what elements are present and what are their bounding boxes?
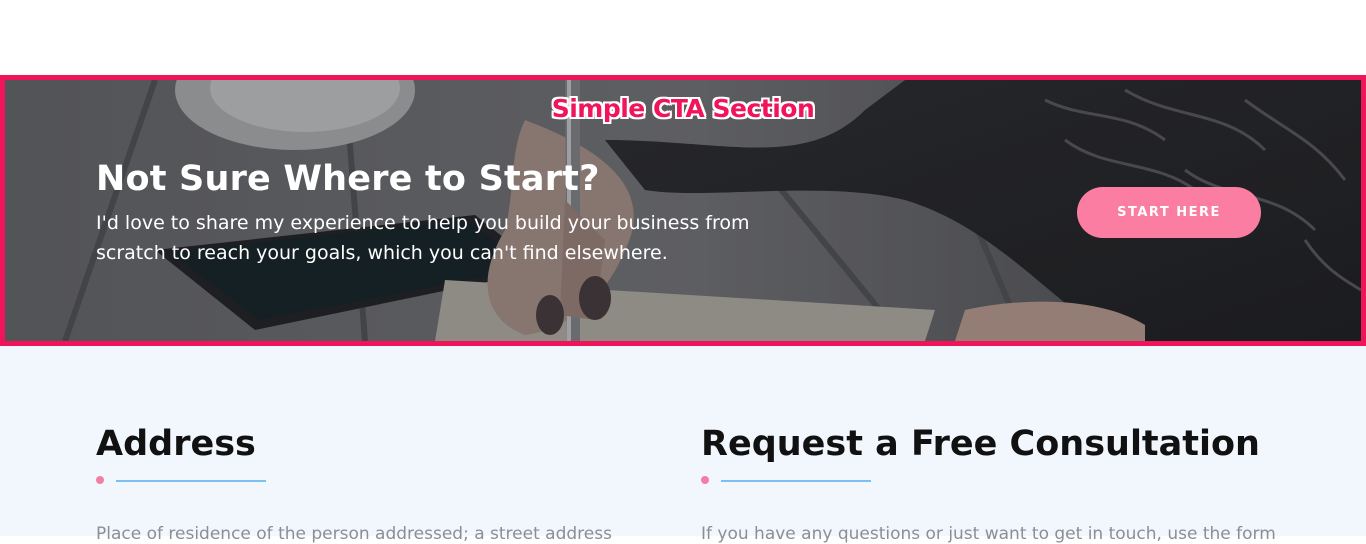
divider-line — [721, 480, 871, 482]
cta-description: I'd love to share my experience to help … — [96, 212, 750, 264]
consultation-heading: Request a Free Consultation — [701, 424, 1260, 464]
divider-dot — [701, 476, 709, 484]
cta-title: Not Sure Where to Start? — [96, 159, 600, 199]
cta-section-annotation-label: Simple CTA Section — [551, 94, 815, 123]
consultation-divider — [701, 476, 871, 484]
address-heading: Address — [96, 424, 256, 464]
address-divider — [96, 476, 266, 484]
cta-section: Simple CTA Section Not Sure Where to Sta… — [0, 75, 1366, 346]
divider-dot — [96, 476, 104, 484]
contact-info-section: Address Place of residence of the person… — [0, 346, 1366, 544]
address-text: Place of residence of the person address… — [96, 524, 612, 544]
divider-line — [116, 480, 266, 482]
top-spacer — [0, 0, 1366, 75]
consultation-text: If you have any questions or just want t… — [701, 524, 1276, 544]
start-here-button[interactable]: START HERE — [1077, 187, 1261, 238]
